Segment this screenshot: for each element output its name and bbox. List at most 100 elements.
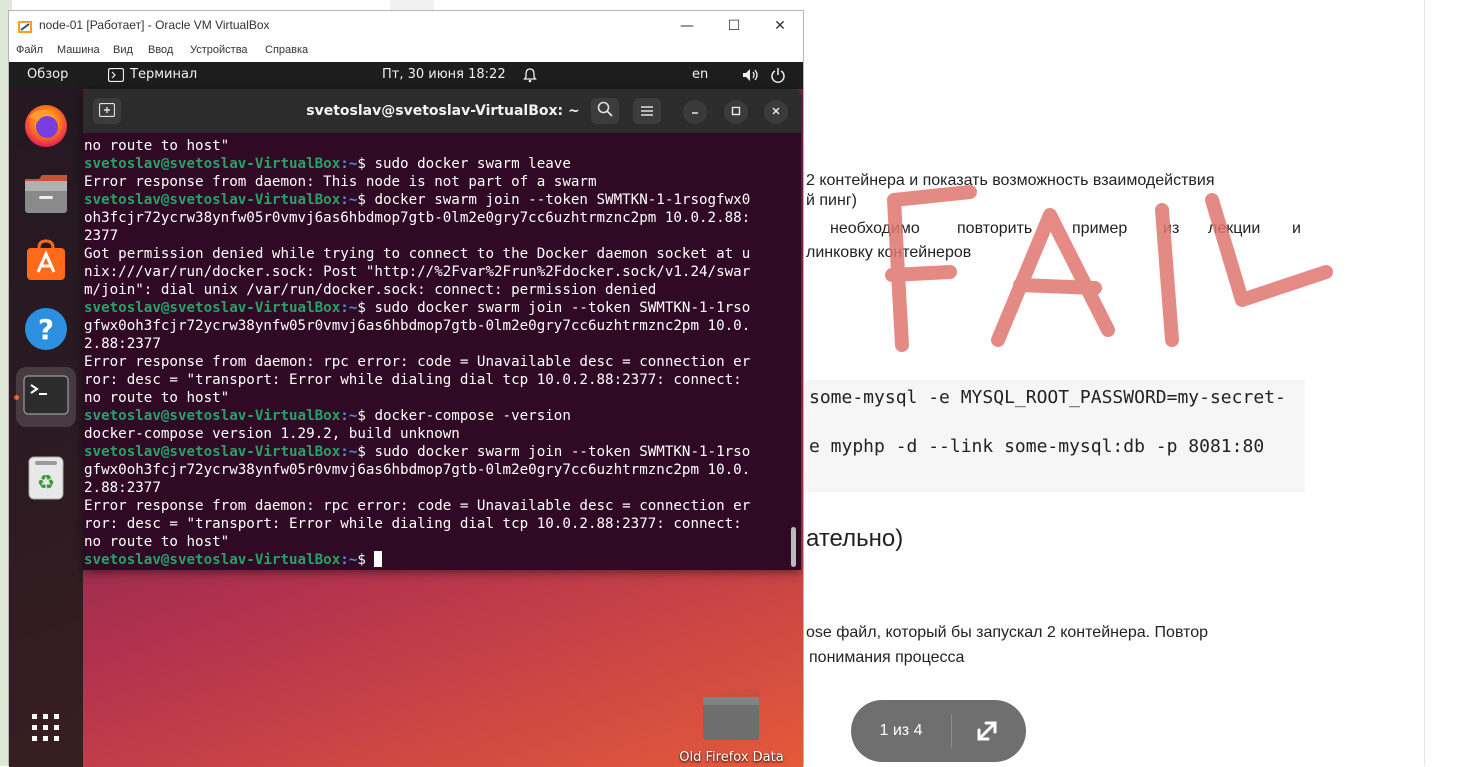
dock-firefox[interactable] [16, 98, 76, 158]
terminal-command-line: svetoslav@svetoslav-VirtualBox:~$ sudo d… [84, 443, 750, 461]
desktop-folder-icon[interactable] [701, 687, 761, 742]
terminal-scrollbar[interactable] [791, 527, 796, 567]
close-icon [771, 105, 781, 119]
vbox-window-title: node-01 [Работает] - Oracle VM VirtualBo… [39, 18, 270, 32]
terminal-output-line: ror: desc = "transport: Error while dial… [84, 372, 742, 388]
activities-button[interactable]: Обзор [27, 67, 68, 82]
terminal-output-line: Error response from daemon: rpc error: c… [84, 498, 751, 514]
terminal-output-line: no route to host" [84, 138, 230, 154]
menu-view[interactable]: Вид [113, 44, 133, 56]
terminal-output-line: 2377 [84, 228, 119, 244]
terminal-output-line: 2.88:2377 [84, 480, 161, 496]
dock-files[interactable] [16, 166, 76, 226]
apps-grid-icon [30, 712, 62, 748]
minimize-icon [690, 105, 700, 119]
prompt-path: :~ [340, 408, 358, 424]
new-tab-icon [98, 102, 116, 121]
power-icon[interactable] [770, 67, 786, 83]
command-text: sudo docker swarm join --token SWMTKN-1-… [374, 444, 751, 460]
prompt-symbol: $ [357, 300, 375, 316]
prompt-symbol: $ [357, 192, 375, 208]
vm-screen[interactable]: Обзор Терминал Пт, 30 июня 18:22 en ? ♻ … [9, 62, 803, 767]
app-menu[interactable]: Терминал [130, 67, 197, 82]
prompt-symbol: $ [357, 552, 375, 568]
files-icon [23, 173, 69, 219]
dock-app-center[interactable] [16, 232, 76, 292]
prompt-user: svetoslav@svetoslav-VirtualBox [84, 552, 341, 568]
terminal-output-line: gfwx0oh3fcjr72ycrw38ynfw05r0vmvj6as6hbdm… [84, 318, 751, 334]
menu-machine[interactable]: Машина [57, 44, 100, 56]
svg-text:?: ? [38, 313, 54, 346]
dock-terminal[interactable] [16, 367, 76, 427]
trash-icon: ♻ [26, 455, 66, 505]
pager-divider [951, 714, 952, 748]
dock-show-apps[interactable] [16, 700, 76, 760]
page-counter: 1 из 4 [879, 722, 923, 739]
svg-text:♻: ♻ [37, 470, 55, 494]
terminal-output-line: Got permission denied while trying to co… [84, 246, 751, 262]
language-indicator[interactable]: en [692, 67, 708, 82]
prompt-user: svetoslav@svetoslav-VirtualBox [84, 408, 341, 424]
doc-paragraph-line: й пинг) [806, 192, 857, 209]
vbox-titlebar[interactable]: node-01 [Работает] - Oracle VM VirtualBo… [9, 11, 803, 41]
terminal-output-line: Error response from daemon: This node is… [84, 174, 597, 190]
page-pager: 1 из 4 [851, 700, 1026, 762]
terminal-output-line: m/join": dial unix /var/run/docker.sock:… [84, 282, 657, 298]
help-icon: ? [23, 306, 69, 356]
terminal-output-line: gfwx0oh3fcjr72ycrw38ynfw05r0vmvj6as6hbdm… [84, 462, 751, 478]
prompt-symbol: $ [357, 408, 375, 424]
dock-trash[interactable]: ♻ [16, 450, 76, 510]
terminal-output-line: nix:///var/run/docker.sock: Post "http:/… [84, 264, 751, 280]
menu-input[interactable]: Ввод [148, 44, 173, 56]
code-line: some-mysql -e MYSQL_ROOT_PASSWORD=my-sec… [809, 387, 1286, 408]
virtualbox-icon [17, 19, 33, 35]
doc-paragraph-line: ose файл, который бы запускал 2 контейне… [806, 624, 1209, 641]
terminal-window[interactable]: svetoslav@svetoslav-VirtualBox: ~ no rou… [83, 89, 801, 570]
prompt-user: svetoslav@svetoslav-VirtualBox [84, 156, 341, 172]
terminal-command-line: svetoslav@svetoslav-VirtualBox:~$ docker… [84, 407, 571, 425]
text-cursor [374, 551, 383, 567]
maximize-icon [731, 105, 741, 119]
dock-help[interactable]: ? [16, 301, 76, 361]
vbox-menubar: Файл Машина Вид Ввод Устройства Справка [9, 41, 803, 61]
expand-icon[interactable] [969, 715, 1005, 747]
terminal-close-button[interactable] [764, 100, 788, 124]
terminal-command-line: svetoslav@svetoslav-VirtualBox:~$ sudo d… [84, 299, 750, 317]
menu-file[interactable]: Файл [16, 44, 43, 56]
terminal-output-line: no route to host" [84, 390, 230, 406]
minimize-button[interactable]: — [664, 11, 710, 41]
prompt-path: :~ [340, 192, 358, 208]
maximize-button[interactable]: ☐ [711, 11, 757, 41]
clock[interactable]: Пт, 30 июня 18:22 [382, 67, 506, 82]
doc-heading: ательно) [806, 525, 904, 552]
terminal-output-line: ror: desc = "transport: Error while dial… [84, 516, 742, 532]
ubuntu-dock: ? ♻ [9, 89, 83, 767]
virtualbox-window: node-01 [Работает] - Oracle VM VirtualBo… [8, 10, 804, 767]
fail-annotation [885, 185, 1333, 352]
terminal-icon [23, 375, 69, 419]
command-text: docker swarm join --token SWMTKN-1-1rsog… [374, 192, 751, 208]
command-text: sudo docker swarm leave [374, 156, 571, 172]
terminal-output-line: 2.88:2377 [84, 336, 161, 352]
desktop-folder-label[interactable]: Old Firefox Data [669, 750, 794, 765]
terminal-output-line: docker-compose version 1.29.2, build unk… [84, 426, 460, 442]
menu-help[interactable]: Справка [265, 44, 308, 56]
prompt-user: svetoslav@svetoslav-VirtualBox [84, 192, 341, 208]
menu-button[interactable] [633, 98, 661, 124]
search-button[interactable] [591, 98, 619, 124]
terminal-minimize-button[interactable] [683, 100, 707, 124]
terminal-maximize-button[interactable] [724, 100, 748, 124]
close-button[interactable]: ✕ [757, 11, 803, 41]
prompt-path: :~ [340, 300, 358, 316]
terminal-output[interactable]: no route to host" svetoslav@svetoslav-Vir… [83, 133, 801, 570]
gnome-topbar: Обзор Терминал Пт, 30 июня 18:22 en [9, 62, 803, 89]
terminal-headerbar[interactable]: svetoslav@svetoslav-VirtualBox: ~ [83, 89, 801, 133]
menu-devices[interactable]: Устройства [190, 44, 248, 56]
terminal-output-line: oh3fcjr72ycrw38ynfw05r0vmvj6as6hbdmop7gt… [84, 210, 751, 226]
firefox-icon [23, 103, 69, 153]
volume-icon[interactable] [742, 68, 760, 82]
doc-paragraph-line: понимания процесса [809, 649, 965, 666]
command-text: docker-compose -version [374, 408, 571, 424]
command-text: sudo docker swarm join --token SWMTKN-1-… [374, 300, 751, 316]
new-tab-button[interactable] [93, 98, 121, 124]
